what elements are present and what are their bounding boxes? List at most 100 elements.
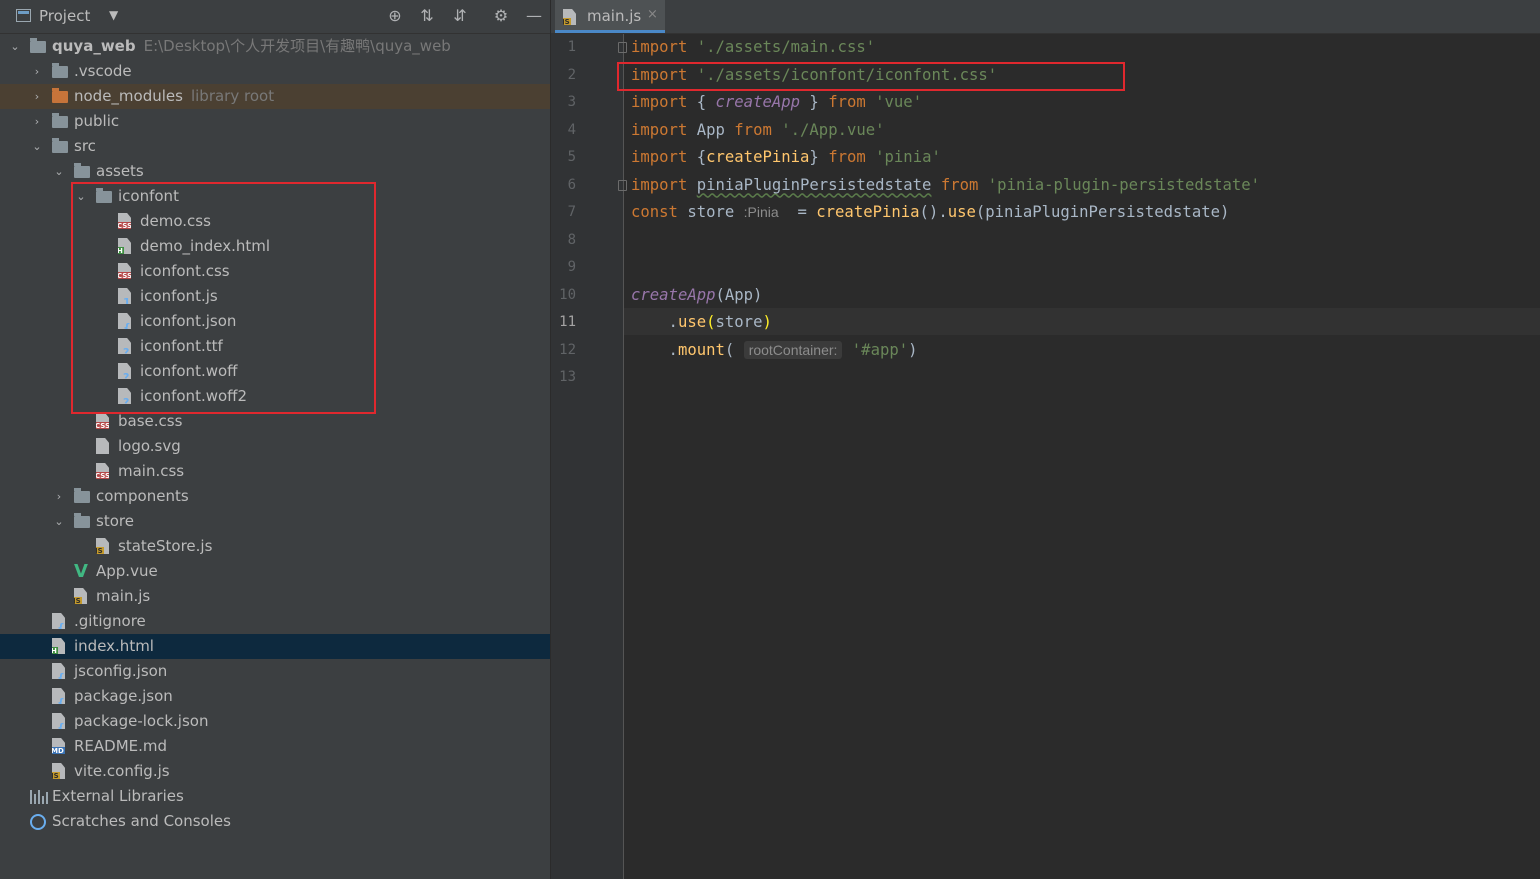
fold-marker-icon[interactable] <box>618 179 627 191</box>
code-line[interactable]: import {createPinia} from 'pinia' <box>631 144 941 171</box>
tree-item[interactable]: › .vscode <box>0 59 550 84</box>
tree-item-label: stateStore.js <box>118 537 213 555</box>
tree-item[interactable]: {} package-lock.json <box>0 709 550 734</box>
chevron-down-icon[interactable]: ⌄ <box>8 34 22 59</box>
tree-item[interactable]: JS vite.config.js <box>0 759 550 784</box>
line-number: 2 <box>567 66 576 83</box>
code-line[interactable]: import piniaPluginPersistedstate from 'p… <box>631 172 1260 199</box>
css-file-icon: CSS <box>96 463 109 479</box>
tree-item-label: public <box>74 112 120 130</box>
tree-item-label: quya_web E:\Desktop\个人开发项目\有趣鸭\quya_web <box>52 37 451 55</box>
chevron-right-icon[interactable]: › <box>30 59 44 84</box>
chevron-down-icon[interactable]: ⌄ <box>52 159 66 184</box>
project-window-icon <box>16 9 31 22</box>
tree-item-label: package.json <box>74 687 173 705</box>
chevron-down-icon[interactable]: ⌄ <box>30 134 44 159</box>
tree-item-label: jsconfig.json <box>74 662 168 680</box>
tree-item[interactable]: ⌄ quya_web E:\Desktop\个人开发项目\有趣鸭\quya_web <box>0 34 550 59</box>
line-number: 8 <box>567 231 576 248</box>
tree-item-label: .vscode <box>74 62 132 80</box>
tree-item[interactable]: MD README.md <box>0 734 550 759</box>
line-number: 12 <box>559 341 576 358</box>
tree-item[interactable]: {} jsconfig.json <box>0 659 550 684</box>
gear-icon[interactable]: ⚙ <box>490 5 512 27</box>
chevron-right-icon[interactable]: › <box>52 484 66 509</box>
tree-item[interactable]: Scratches and Consoles <box>0 809 550 834</box>
tree-item[interactable]: External Libraries <box>0 784 550 809</box>
line-number: 13 <box>559 369 576 385</box>
chevron-down-icon[interactable]: ▼ <box>109 8 118 22</box>
tree-item-label: logo.svg <box>118 437 181 455</box>
tree-item-hint: library root <box>190 87 275 105</box>
locate-icon[interactable]: ⊕ <box>384 5 406 27</box>
tree-item[interactable]: CSS main.css <box>0 459 550 484</box>
code-line[interactable]: import { createApp } from 'vue' <box>631 89 922 116</box>
vue-file-icon: V <box>74 561 88 582</box>
line-number-gutter: 1 2 3 4 5 6 7 8 9 10 11 12 13 <box>551 34 627 879</box>
tree-item[interactable]: JS main.js <box>0 584 550 609</box>
line-number: 7 <box>567 204 576 220</box>
line-number: 5 <box>567 149 576 165</box>
folder-icon <box>52 113 68 128</box>
code-line[interactable]: const store :Pinia = createPinia().use(p… <box>631 199 1229 226</box>
tree-item-label: components <box>96 487 189 505</box>
tree-item-label: main.css <box>118 462 185 480</box>
highlight-box-iconfont-folder <box>71 182 376 414</box>
json-file-icon: {} <box>52 713 65 729</box>
close-icon[interactable]: × <box>647 7 658 22</box>
scratches-icon <box>30 814 46 830</box>
tree-item-label: vite.config.js <box>74 762 170 780</box>
tree-item-label: main.js <box>96 587 151 605</box>
tree-item[interactable]: logo.svg <box>0 434 550 459</box>
tab-label: main.js <box>587 7 642 25</box>
tree-item[interactable]: {} .gitignore <box>0 609 550 634</box>
chevron-down-icon[interactable]: ⌄ <box>52 509 66 534</box>
editor: JS main.js × 1 2 3 4 5 6 7 8 9 10 11 12 13 import '.… <box>551 0 1540 879</box>
tree-item[interactable]: {} package.json <box>0 684 550 709</box>
tree-item-label: README.md <box>74 737 168 755</box>
project-panel: Project ▼ ⊕ ⇅ ⇵ ⚙ — ⌄ quya_web E:\Desktop\… <box>0 0 550 879</box>
css-file-icon: CSS <box>96 413 109 429</box>
tree-item[interactable]: › node_modules library root <box>0 84 550 109</box>
md-file-icon: MD <box>52 738 65 754</box>
line-number: 11 <box>559 314 576 330</box>
chevron-right-icon[interactable]: › <box>30 109 44 134</box>
code-line[interactable]: createApp(App) <box>631 282 762 309</box>
tree-item[interactable]: ⌄ store <box>0 509 550 534</box>
line-number: 1 <box>567 39 576 55</box>
tree-item-label: Scratches and Consoles <box>52 812 231 830</box>
expand-all-icon[interactable]: ⇅ <box>416 5 438 27</box>
folder-icon <box>52 63 68 78</box>
project-panel-title[interactable]: Project <box>39 7 90 25</box>
folder-icon <box>30 38 46 53</box>
tree-item-hint: E:\Desktop\个人开发项目\有趣鸭\quya_web <box>143 37 451 55</box>
line-number: 10 <box>559 286 576 303</box>
tree-item-label: store <box>96 512 134 530</box>
tree-item[interactable]: JS stateStore.js <box>0 534 550 559</box>
line-number: 9 <box>567 259 576 275</box>
tree-item[interactable]: Hindex.html <box>0 634 550 659</box>
tab-main-js[interactable]: JS main.js × <box>555 0 665 33</box>
js-file-icon: JS <box>96 538 109 554</box>
json-file-icon: {} <box>52 613 65 629</box>
code-line[interactable]: import './assets/main.css' <box>631 34 875 61</box>
svg-file-icon <box>96 438 109 454</box>
hide-icon[interactable]: — <box>523 5 545 27</box>
tree-item[interactable]: › public <box>0 109 550 134</box>
fold-marker-icon[interactable] <box>618 42 627 53</box>
js-file-icon: JS <box>52 763 65 779</box>
tree-item[interactable]: ⌄ src <box>0 134 550 159</box>
collapse-all-icon[interactable]: ⇵ <box>449 5 471 27</box>
tree-item-label: assets <box>96 162 144 180</box>
tree-item[interactable]: › components <box>0 484 550 509</box>
tree-item-label: External Libraries <box>52 787 184 805</box>
tree-item-label: index.html <box>74 637 154 655</box>
json-file-icon: {} <box>52 663 65 679</box>
code-line[interactable]: .mount( rootContainer: '#app') <box>631 337 918 364</box>
chevron-right-icon[interactable]: › <box>30 84 44 109</box>
editor-tab-bar: JS main.js × <box>551 0 1540 34</box>
tree-item[interactable]: V App.vue <box>0 559 550 584</box>
code-line[interactable]: .use(store) <box>631 309 772 336</box>
tree-item[interactable]: ⌄ assets <box>0 159 550 184</box>
code-line[interactable]: import App from './App.vue' <box>631 117 885 144</box>
